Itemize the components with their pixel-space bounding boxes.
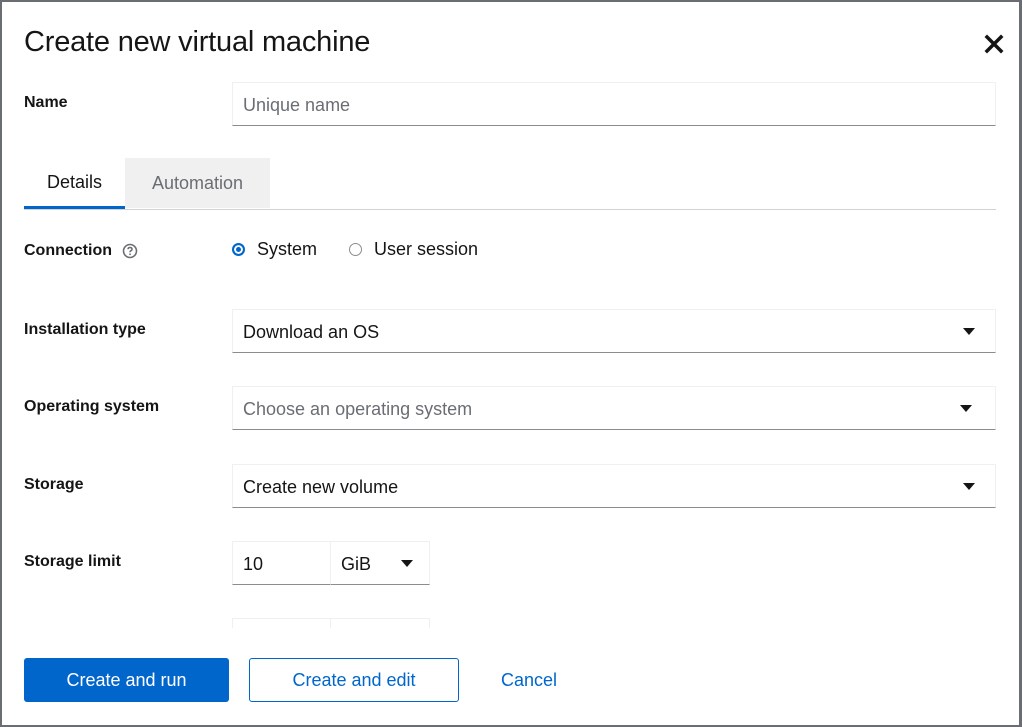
storage-value: Create new volume	[243, 477, 399, 497]
storage-label: Storage	[24, 476, 84, 493]
caret-down-icon	[963, 328, 975, 335]
caret-down-icon[interactable]	[960, 405, 972, 412]
radio-system-indicator[interactable]	[232, 243, 245, 256]
operating-system-typeahead[interactable]: Choose an operating system	[232, 386, 996, 430]
cancel-button[interactable]: Cancel	[469, 658, 589, 702]
close-icon	[984, 34, 1004, 54]
tab-bar: Details Automation	[24, 158, 996, 210]
dialog-footer: Create and run Create and edit Cancel	[24, 658, 589, 702]
name-placeholder: Unique name	[243, 95, 351, 115]
connection-label: Connection	[24, 242, 138, 260]
storage-unit-value: GiB	[341, 554, 372, 574]
radio-system-label: System	[257, 239, 318, 259]
partial-unit-select[interactable]	[330, 618, 430, 628]
caret-down-icon	[963, 483, 975, 490]
dialog-title: Create new virtual machine	[24, 26, 371, 58]
storage-row: Storage Create new volume	[24, 464, 996, 508]
name-label: Name	[24, 94, 68, 111]
installation-type-label: Installation type	[24, 321, 146, 338]
installation-type-value: Download an OS	[243, 322, 380, 342]
installation-type-select[interactable]: Download an OS	[232, 309, 996, 353]
storage-select[interactable]: Create new volume	[232, 464, 996, 508]
storage-limit-row: Storage limit 10 GiB	[24, 541, 996, 585]
installation-type-row: Installation type Download an OS	[24, 309, 996, 353]
operating-system-placeholder: Choose an operating system	[243, 399, 473, 419]
tab-details[interactable]: Details	[24, 158, 125, 209]
create-and-edit-button[interactable]: Create and edit	[249, 658, 459, 702]
operating-system-row: Operating system Choose an operating sys…	[24, 386, 996, 430]
storage-unit-select[interactable]: GiB	[330, 541, 430, 585]
caret-down-icon	[401, 560, 413, 567]
name-input[interactable]: Unique name	[232, 82, 996, 126]
dialog-body[interactable]: Name Unique name Details Automation Conn…	[2, 72, 1019, 628]
storage-limit-label: Storage limit	[24, 553, 121, 570]
create-and-run-button[interactable]: Create and run	[24, 658, 229, 702]
create-vm-dialog: Create new virtual machine Name Unique n…	[2, 2, 1019, 725]
partially-visible-row	[24, 618, 996, 628]
radio-user-session[interactable]: User session	[349, 239, 478, 260]
radio-system[interactable]: System	[232, 239, 317, 260]
connection-row: Connection System User session	[24, 230, 996, 274]
radio-user-session-label: User session	[374, 239, 479, 259]
radio-user-session-indicator[interactable]	[349, 243, 363, 256]
connection-radio-group: System User session	[232, 239, 510, 260]
connection-label-text: Connection	[24, 242, 112, 259]
close-button[interactable]	[982, 32, 1006, 56]
storage-limit-input[interactable]: 10	[232, 541, 331, 585]
operating-system-label: Operating system	[24, 398, 160, 415]
storage-limit-value: 10	[243, 554, 264, 574]
tab-automation[interactable]: Automation	[125, 158, 270, 208]
partial-number-input[interactable]	[232, 618, 331, 628]
help-icon[interactable]	[122, 243, 138, 259]
name-row: Name Unique name	[24, 82, 996, 126]
